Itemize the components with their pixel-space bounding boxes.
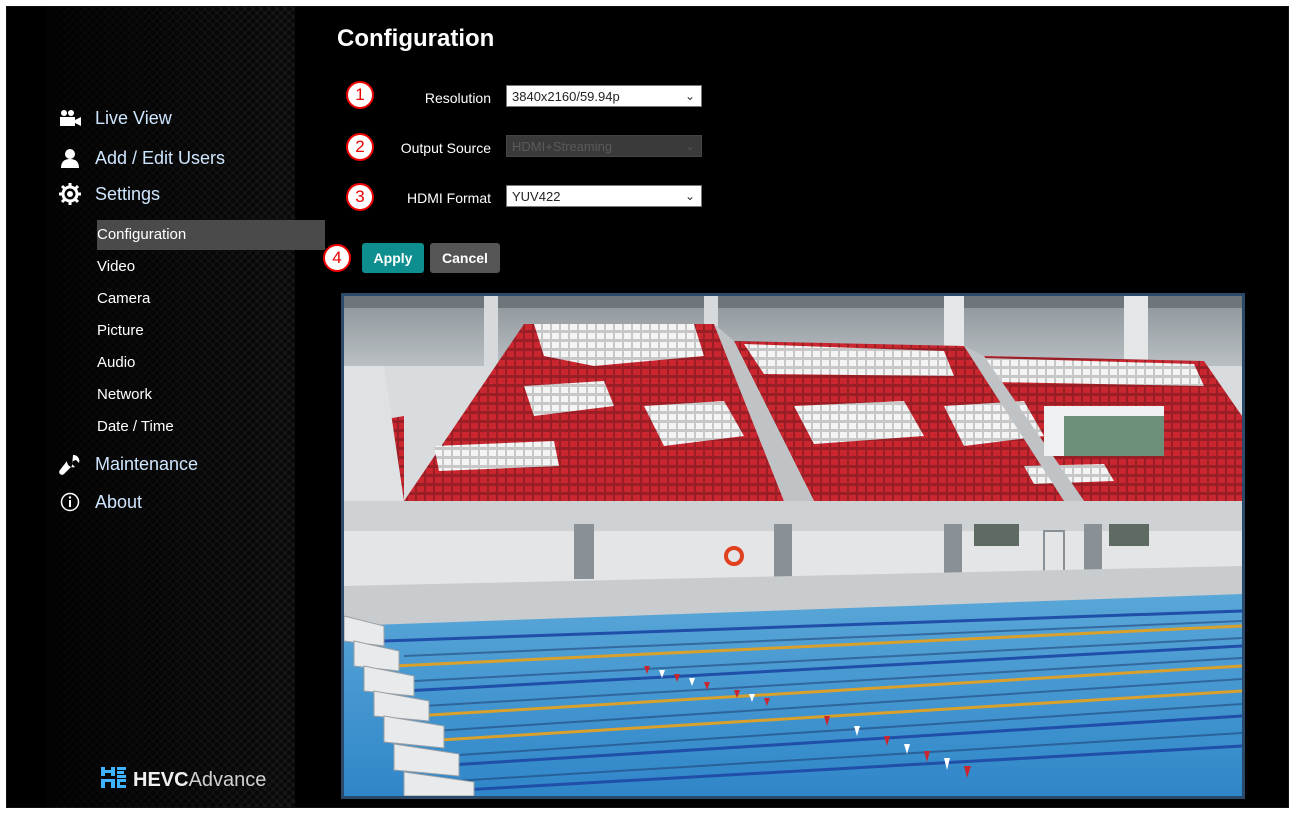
nav-item-label: Settings xyxy=(95,183,161,204)
resolution-value: 3840x2160/59.94p xyxy=(512,88,620,104)
logo-text-bold: HEVC xyxy=(133,768,189,791)
sub-item-audio[interactable]: Audio xyxy=(57,348,325,378)
nav-item-about[interactable]: About xyxy=(57,487,142,517)
resolution-select[interactable]: 3840x2160/59.94p ⌄ xyxy=(506,85,702,107)
hdmi-format-label: HDMI Format xyxy=(407,190,491,206)
hevc-mark-icon xyxy=(101,765,127,795)
sub-item-date-time[interactable]: Date / Time xyxy=(57,412,325,442)
output-source-value: HDMI+Streaming xyxy=(512,138,613,154)
chevron-down-icon: ⌄ xyxy=(684,89,695,103)
live-view-image xyxy=(341,293,1245,799)
page-title: Configuration xyxy=(337,25,495,52)
nav-item-label: Maintenance xyxy=(95,453,199,474)
cancel-button[interactable]: Cancel xyxy=(430,243,500,273)
logo-text-light: Advance xyxy=(188,768,267,791)
nav-item-label: About xyxy=(95,491,143,512)
nav-item-label: Add / Edit Users xyxy=(95,147,226,168)
output-source-label: Output Source xyxy=(400,140,491,156)
video-camera-icon xyxy=(57,107,83,129)
hdmi-format-select[interactable]: YUV422 ⌄ xyxy=(506,185,702,207)
nav-item-settings[interactable]: Settings xyxy=(57,179,160,209)
step-badge-4: 4 xyxy=(323,244,351,272)
sub-item-configuration[interactable]: Configuration xyxy=(97,220,325,250)
app-frame: Live View Add / Edit Users Settings Conf… xyxy=(6,6,1289,808)
chevron-down-icon: ⌄ xyxy=(684,189,695,203)
output-source-select: HDMI+Streaming ⌄ xyxy=(506,135,702,157)
sub-item-network[interactable]: Network xyxy=(57,380,325,410)
main-content: Configuration 1 Resolution 3840x2160/59.… xyxy=(295,7,1288,807)
user-icon xyxy=(57,147,83,169)
apply-button[interactable]: Apply xyxy=(362,243,424,273)
sidebar: Live View Add / Edit Users Settings Conf… xyxy=(47,7,325,807)
hdmi-format-value: YUV422 xyxy=(512,188,561,204)
nav-item-label: Live View xyxy=(95,107,172,128)
info-icon xyxy=(57,491,83,513)
sub-item-picture[interactable]: Picture xyxy=(57,316,325,346)
nav-item-live-view[interactable]: Live View xyxy=(57,103,172,133)
wrench-icon xyxy=(57,453,83,475)
nav-item-add-edit-users[interactable]: Add / Edit Users xyxy=(57,143,225,173)
hevc-advance-logo: HEVC Advance xyxy=(101,765,266,795)
sub-item-video[interactable]: Video xyxy=(57,252,325,282)
resolution-label: Resolution xyxy=(424,90,491,106)
nav-item-maintenance[interactable]: Maintenance xyxy=(57,449,198,479)
sub-item-camera[interactable]: Camera xyxy=(57,284,325,314)
gear-icon xyxy=(57,183,83,205)
chevron-down-icon: ⌄ xyxy=(684,139,695,153)
